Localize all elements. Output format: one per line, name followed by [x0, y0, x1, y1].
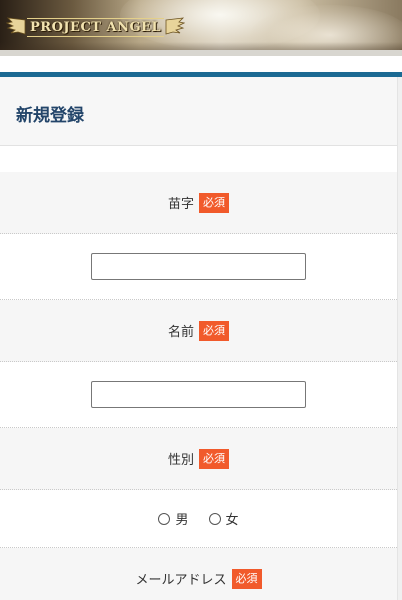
required-badge: 必須 [199, 448, 229, 469]
page-title: 新規登録 [16, 106, 84, 126]
page-header: 新規登録 [0, 77, 402, 146]
email-label: メールアドレス [135, 573, 227, 588]
required-badge: 必須 [199, 192, 229, 213]
left-wing-icon [6, 17, 26, 35]
gender-options-row: 男 女 [0, 490, 397, 548]
logo-text: PROJECT ANGEL [27, 17, 165, 37]
gender-option-female[interactable]: 女 [208, 509, 239, 528]
email-label-row: メールアドレス 必須 [0, 548, 397, 600]
required-badge: 必須 [199, 320, 229, 341]
last-name-label: 苗字 [167, 197, 194, 212]
banner-bottom-band [0, 50, 402, 56]
last-name-input[interactable] [91, 253, 306, 280]
required-badge: 必須 [231, 568, 262, 589]
gender-option-male[interactable]: 男 [158, 509, 189, 528]
first-name-label: 名前 [167, 325, 194, 340]
first-name-input[interactable] [91, 381, 306, 408]
header-banner: PROJECT ANGEL [0, 0, 402, 56]
first-name-field-row [0, 362, 397, 428]
site-logo[interactable]: PROJECT ANGEL [6, 14, 186, 40]
registration-form: 苗字 必須 名前 必須 性別 必須 男 女 メールアドレス 必須 [0, 172, 397, 600]
scroll-gutter [397, 77, 402, 600]
gender-label-row: 性別 必須 [0, 428, 397, 490]
gender-label: 性別 [167, 453, 194, 468]
radio-button[interactable] [208, 512, 221, 525]
gender-option-label: 男 [175, 513, 189, 528]
gender-option-label: 女 [225, 513, 239, 528]
right-wing-icon [165, 17, 186, 35]
first-name-label-row: 名前 必須 [0, 300, 397, 362]
last-name-label-row: 苗字 必須 [0, 172, 397, 234]
radio-button[interactable] [158, 512, 171, 525]
last-name-field-row [0, 234, 397, 300]
